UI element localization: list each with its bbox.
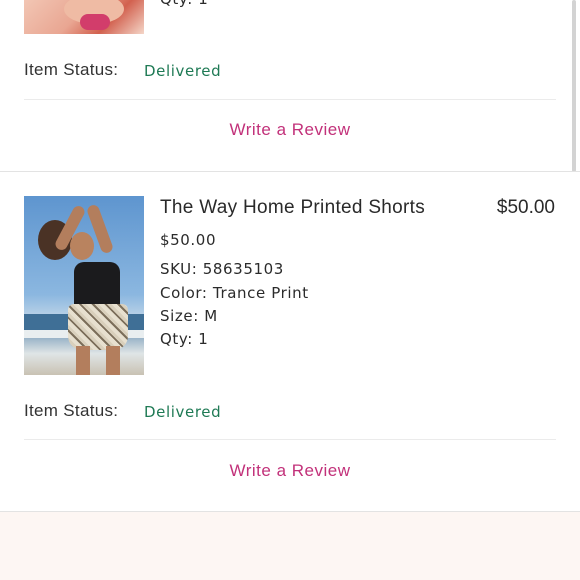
footer-area: [0, 512, 580, 580]
item-status-label: Item Status:: [24, 401, 119, 420]
product-image[interactable]: [24, 0, 144, 34]
write-review-link[interactable]: Write a Review: [0, 120, 580, 140]
order-item-1: Qty: 1 Item Status: Delivered Write a Re…: [0, 0, 580, 172]
product-qty: Qty: 1: [160, 0, 208, 8]
scrollbar[interactable]: [572, 0, 576, 172]
item-status-value: Delivered: [144, 62, 222, 80]
product-image[interactable]: [24, 196, 144, 375]
item-status-row: Item Status: Delivered: [24, 401, 221, 421]
item-status-label: Item Status:: [24, 60, 119, 79]
divider: [24, 439, 556, 440]
product-unit-price: $50.00: [160, 231, 217, 249]
item-status-row: Item Status: Delivered: [24, 60, 221, 80]
product-price: $50.00: [496, 197, 555, 218]
write-review-link[interactable]: Write a Review: [0, 461, 580, 481]
order-item-2: The Way Home Printed Shorts $50.00 $50.0…: [0, 172, 580, 511]
product-title[interactable]: The Way Home Printed Shorts: [160, 197, 425, 219]
product-sku: SKU: 58635103: [160, 260, 284, 278]
item-status-value: Delivered: [144, 403, 222, 421]
product-size: Size: M: [160, 307, 218, 325]
product-color: Color: Trance Print: [160, 284, 309, 302]
product-qty: Qty: 1: [160, 330, 209, 348]
divider: [24, 99, 556, 100]
